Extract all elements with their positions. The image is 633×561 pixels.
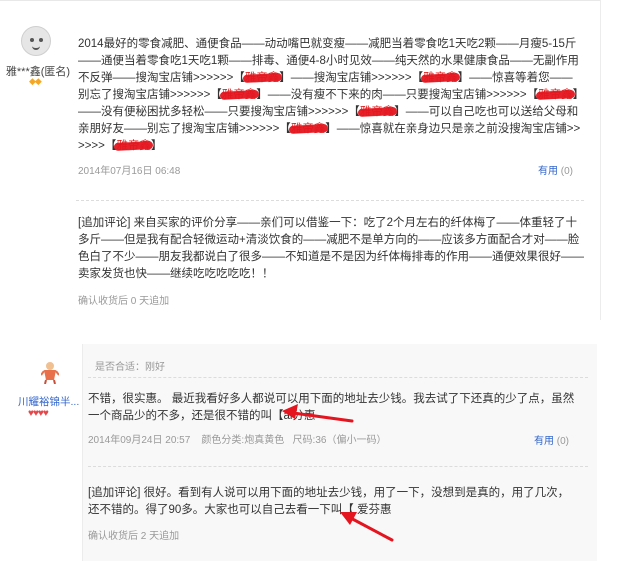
followup-divider — [88, 466, 588, 467]
followup-meta: 确认收货后 2 天追加 — [88, 531, 180, 542]
followup-meta: 确认收货后 0 天追加 — [78, 296, 170, 307]
redacted-shop-name: 雅帝鑫 — [423, 70, 458, 87]
redacted-shop-name: 雅帝鑫 — [245, 70, 280, 87]
avatar-eye-right — [39, 38, 43, 42]
reviewer-rank-icon: ♥♥♥♥ — [28, 408, 49, 419]
reviewer-name[interactable]: 川耀裕锦半... — [18, 394, 79, 409]
fit-label: 是否合适：刚好 — [95, 362, 165, 373]
redacted-shop-name: 雅帝鑫 — [222, 87, 257, 104]
useful-button[interactable]: 有用 (0) — [538, 162, 573, 177]
avatar-eye-left — [30, 38, 34, 42]
useful-count: (0) — [560, 166, 574, 177]
avatar[interactable] — [41, 360, 59, 384]
review-text: 2014最好的零食减肥、通便食品——动动嘴巴就变瘦——减肥当着零食吃1天吃2颗—… — [78, 36, 584, 155]
redacted-shop-name: 雅帝鑫 — [360, 104, 395, 121]
review-text-segment: 】 — [150, 140, 163, 152]
followup-text: [追加评论] 来自买家的评价分享——亲们可以借鉴一下：吃了2个月左右的纤体梅了—… — [78, 217, 584, 280]
review-text-segment: 】——搜淘宝店铺>>>>>>【 — [279, 72, 424, 84]
useful-count: (0) — [556, 436, 570, 447]
useful-button[interactable]: 有用 (0) — [534, 432, 569, 447]
redacted-shop-name: 雅帝鑫 — [291, 121, 326, 138]
color-label: 颜色分类: — [201, 435, 245, 446]
size-value: 36（偏小一码） — [315, 435, 387, 446]
color-value: 炮真黄色 — [244, 435, 285, 446]
review-text: 不错，很实惠。 最近我看好多人都说可以用下面的地址去少钱。我去试了下还真的少了点… — [88, 393, 575, 422]
review-divider — [88, 377, 588, 378]
review-date: 2014年07月16日 06:48 — [78, 166, 181, 177]
review-date: 2014年09月24日 20:57 — [88, 435, 191, 446]
redacted-shop-name: 雅帝鑫 — [538, 87, 573, 104]
size-label: 尺码: — [292, 435, 316, 446]
useful-label[interactable]: 有用 — [534, 436, 554, 447]
useful-label[interactable]: 有用 — [538, 166, 558, 177]
avatar[interactable] — [21, 26, 51, 56]
reviewer-rank-icon: ◆◆ — [29, 76, 42, 86]
followup-text: [追加评论] 很好。看到有人说可以用下面的地址去少钱，用了一下，没想到是真的，用… — [88, 487, 570, 516]
redacted-shop-name: 雅帝鑫 — [116, 138, 151, 155]
followup-divider — [76, 200, 584, 201]
review-meta: 2014年09月24日 20:57 颜色分类:炮真黄色 尺码:36（偏小一码） — [88, 431, 386, 446]
review-text-segment: 】——没有瘦不下来的肉——只要搜淘宝店铺>>>>>>【 — [256, 89, 539, 101]
avatar-mouth — [32, 45, 40, 50]
